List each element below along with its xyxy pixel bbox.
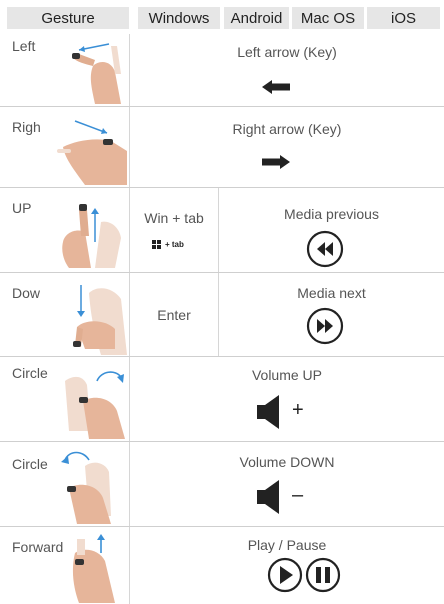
gesture-label: UP (12, 200, 32, 216)
windows-logo-icon (152, 240, 161, 249)
table-row: Left Left arrow (Key) (0, 34, 444, 106)
media-next-icon (306, 307, 344, 345)
volume-down-icon (257, 480, 279, 514)
table-row: Circle Volume UP + (0, 357, 444, 441)
arrow-right-icon (262, 155, 290, 169)
action-label: Media next (297, 285, 366, 301)
table-header: Gesture Windows Android Mac OS iOS (0, 0, 444, 34)
gesture-circle-cw-image (65, 371, 125, 439)
table-row: Dow Enter Media next (0, 273, 444, 356)
action-label: Volume DOWN (239, 454, 335, 470)
gesture-label: Dow (12, 285, 41, 301)
gesture-circle-ccw-image (61, 451, 111, 524)
action-label: Media previous (284, 206, 379, 222)
gesture-left-image (72, 43, 121, 104)
windows-shortcut: Win + tab (144, 210, 204, 226)
header-android: Android (224, 7, 289, 29)
play-pause-icon (267, 557, 341, 593)
header-macos: Mac OS (292, 7, 364, 29)
table-row: Righ Right arrow (Key) (0, 107, 444, 187)
windows-key-hint: + tab (165, 240, 184, 249)
gesture-forward-image (72, 534, 115, 603)
header-gesture: Gesture (7, 7, 129, 29)
volume-up-sign: + (292, 399, 304, 421)
action-label: Left arrow (Key) (237, 44, 337, 60)
table-row: Forward Play / Pause (0, 527, 444, 604)
volume-down-sign: – (292, 484, 304, 506)
volume-up-icon (257, 395, 279, 429)
gesture-up-image (62, 204, 121, 268)
gesture-label: Righ (12, 119, 41, 135)
table-row: UP Win + tab + tab Media previous (0, 188, 444, 272)
header-windows: Windows (138, 7, 220, 29)
gesture-label: Circle (12, 365, 48, 381)
action-label: Right arrow (Key) (232, 121, 342, 137)
gesture-label: Left (12, 38, 36, 54)
table-row: Circle Volume DOWN – (0, 442, 444, 526)
media-previous-icon (306, 230, 344, 268)
windows-shortcut: Enter (157, 307, 191, 323)
gesture-label: Circle (12, 456, 48, 472)
gesture-down-image (73, 285, 127, 355)
gesture-right-image (57, 120, 127, 185)
action-label: Play / Pause (247, 537, 327, 553)
header-ios: iOS (367, 7, 440, 29)
action-label: Volume UP (251, 367, 323, 383)
arrow-left-icon (262, 80, 290, 94)
